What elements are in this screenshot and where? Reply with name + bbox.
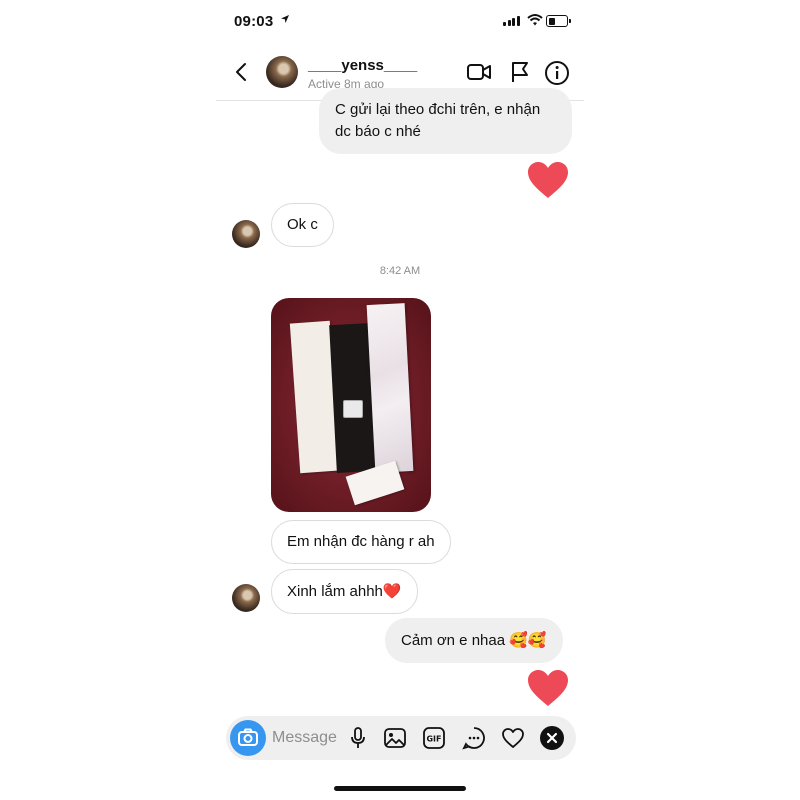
incoming-message[interactable]: Em nhận đc hàng r ah (271, 520, 451, 564)
microphone-icon[interactable] (346, 726, 370, 750)
incoming-message[interactable]: Ok c (271, 203, 334, 247)
battery-icon (546, 15, 571, 27)
avatar[interactable] (232, 584, 260, 612)
sticker-icon[interactable] (462, 726, 486, 750)
phone-screen: 09:03 ____yenss____ Active 8m ago C gửi … (216, 0, 584, 800)
info-icon[interactable] (544, 60, 570, 85)
message-timestamp: 8:42 AM (379, 265, 421, 277)
cellular-signal-icon (503, 16, 520, 26)
back-icon[interactable] (230, 60, 254, 84)
outgoing-message[interactable]: Cảm ơn e nhaa 🥰🥰 (385, 618, 563, 663)
message-composer: Message GIF (226, 716, 576, 760)
outgoing-message[interactable]: C gửi lại theo đchi trên, e nhận dc báo … (319, 88, 572, 154)
shared-photo-watch-box[interactable] (271, 298, 431, 512)
heart-reaction-icon (526, 160, 570, 200)
photo-watch-face (343, 400, 363, 418)
message-text: Xinh lắm ahhh (287, 583, 383, 600)
heart-reaction-icon (526, 668, 570, 708)
heart-emoji: ❤️ (382, 582, 402, 600)
avatar[interactable] (266, 56, 298, 88)
chat-username[interactable]: ____yenss____ (308, 57, 417, 74)
like-heart-icon[interactable] (501, 726, 525, 750)
wifi-icon (527, 13, 543, 32)
smiling-hearts-emoji: 🥰🥰 (509, 631, 547, 649)
flag-icon[interactable] (508, 60, 534, 84)
camera-icon[interactable] (230, 720, 266, 756)
status-time: 09:03 (234, 13, 274, 30)
location-arrow-icon (280, 14, 290, 27)
avatar[interactable] (232, 220, 260, 248)
home-indicator[interactable] (334, 786, 466, 791)
photo-box-side (366, 303, 414, 473)
gallery-icon[interactable] (383, 726, 407, 750)
incoming-message[interactable]: Xinh lắm ahhh❤️ (271, 569, 418, 614)
video-call-icon[interactable] (466, 60, 492, 84)
svg-text:GIF: GIF (426, 735, 441, 744)
gif-icon[interactable]: GIF (422, 726, 446, 750)
close-icon[interactable] (540, 726, 564, 750)
status-bar: 09:03 (216, 0, 584, 44)
message-text: Cảm ơn e nhaa (401, 632, 506, 649)
message-input[interactable]: Message (272, 729, 337, 747)
